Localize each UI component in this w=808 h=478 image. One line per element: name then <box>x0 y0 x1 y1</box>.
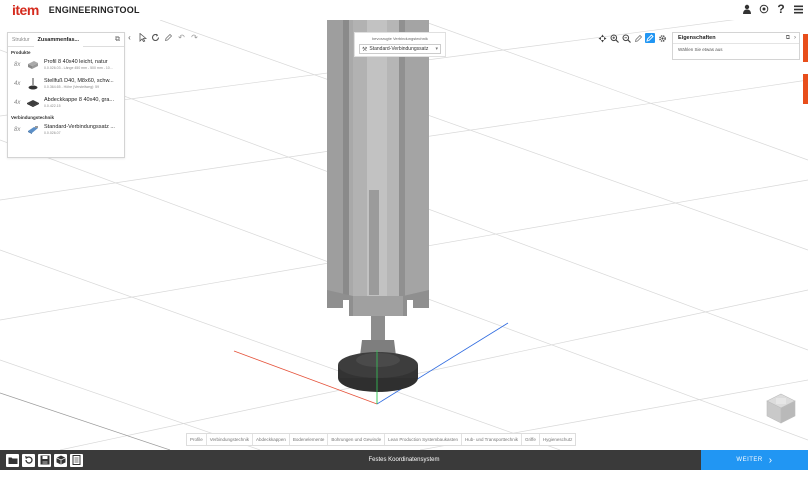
category-item[interactable]: Hygieneschutz <box>540 434 576 445</box>
view-cube[interactable] <box>763 390 799 426</box>
reset-icon[interactable] <box>22 453 35 467</box>
save-icon[interactable] <box>38 453 51 467</box>
list-item[interactable]: 4x Abdeckkappe 8 40x40, gra... 0.0.422.1… <box>8 93 124 112</box>
list-item[interactable]: 4x Stellfuß D40, M8x60, schw... 0.0.364.… <box>8 74 124 93</box>
preferred-connection-panel: bevorzugte Verbindungstechnik ⚒ Standard… <box>354 32 446 57</box>
connector-icon: ⚒ <box>362 46 368 53</box>
tools-toolbar <box>597 33 667 43</box>
preferred-connection-label: bevorzugte Verbindungstechnik <box>372 36 428 41</box>
category-item[interactable]: Abdeckkappen <box>253 434 290 445</box>
user-icon[interactable] <box>741 3 753 15</box>
tab-zusammenfassung[interactable]: Zusammenfas... <box>33 32 84 47</box>
next-button[interactable]: WEITER › <box>701 450 808 470</box>
list-item[interactable]: 8x Standard-Verbindungssatz ... 0.0.026.… <box>8 120 124 139</box>
item-details: 0.0.026.03 - Länge 450 mm - 500 mm - 10.… <box>44 66 113 70</box>
foot-icon <box>26 77 40 90</box>
chevron-right-icon: › <box>768 454 773 466</box>
center-view-icon[interactable] <box>597 33 607 43</box>
category-item[interactable]: Griffe <box>522 434 540 445</box>
item-name: Standard-Verbindungssatz ... <box>44 124 115 130</box>
properties-header: Eigenschaften ⧉ › <box>673 33 799 44</box>
redo-icon[interactable]: ↷ <box>189 32 200 43</box>
next-button-label: WEITER <box>736 457 763 463</box>
category-item[interactable]: Bodenelemente <box>290 434 329 445</box>
select-arrow-icon[interactable] <box>137 32 148 43</box>
properties-title: Eigenschaften <box>678 35 716 41</box>
edit-icon[interactable] <box>163 32 174 43</box>
list-item[interactable]: 8x Profil 8 40x40 leicht, natur 0.0.026.… <box>8 55 124 74</box>
pen-icon[interactable] <box>645 33 655 43</box>
cap-icon <box>26 97 40 109</box>
settings-icon[interactable] <box>657 33 667 43</box>
panel-tabs: Struktur Zusammenfas... ⧉ <box>8 32 124 47</box>
item-logo[interactable]: item <box>12 2 39 18</box>
cube-export-icon[interactable] <box>54 453 67 467</box>
header-actions: ? <box>741 2 804 16</box>
selected-value: Standard-Verbindungssatz <box>369 46 429 52</box>
collapse-right-icon[interactable]: › <box>794 35 796 42</box>
item-details: 0.0.422.15 <box>44 104 61 108</box>
collapse-left-icon[interactable]: ‹ <box>124 32 135 43</box>
popout-icon[interactable]: ⧉ <box>786 35 790 42</box>
share-icon[interactable] <box>758 3 770 15</box>
summary-panel: Struktur Zusammenfas... ⧉ Produkte 8x Pr… <box>7 32 125 158</box>
aluminium-profile[interactable] <box>327 20 429 316</box>
item-count: 4x <box>14 80 21 87</box>
category-item[interactable]: Verbindungstechnik <box>207 434 254 445</box>
preferred-connection-select[interactable]: ⚒ Standard-Verbindungssatz ▾ <box>359 44 441 54</box>
side-tab-bottom[interactable] <box>803 74 808 104</box>
category-bar: Profile Verbindungstechnik Abdeckkappen … <box>186 433 577 446</box>
properties-actions: ⧉ › <box>786 35 796 42</box>
properties-hint: Wählen Sie etwas aus <box>678 47 723 52</box>
item-count: 4x <box>14 99 21 106</box>
folder-icon[interactable] <box>6 453 19 467</box>
coordinate-system-status: Festes Koordinatensystem <box>368 457 440 463</box>
category-item[interactable]: Lean Production Systembaukasten <box>385 434 462 445</box>
rotate-icon[interactable] <box>150 32 161 43</box>
item-details: 0.0.026.07 <box>44 131 61 135</box>
app-title: ENGINEERINGTOOL <box>48 5 140 15</box>
connector-icon <box>26 124 40 136</box>
item-name: Stellfuß D40, M8x60, schw... <box>44 78 114 84</box>
engineering-tool-app: { "header": { "logo": "item", "title": "… <box>0 0 808 478</box>
profile-icon <box>26 59 40 71</box>
navigation-cube-icon <box>766 393 796 424</box>
category-item[interactable]: Bohrungen und Gewinde <box>328 434 386 445</box>
undo-icon[interactable]: ↶ <box>176 32 187 43</box>
item-name: Profil 8 40x40 leicht, natur <box>44 59 108 65</box>
category-item[interactable]: Hub- und Transporttechnik <box>462 434 522 445</box>
menu-icon[interactable] <box>792 3 804 15</box>
view-toolbar: ‹ ↶ ↷ <box>124 32 200 43</box>
bottom-margin <box>0 470 808 478</box>
properties-panel: Eigenschaften ⧉ › Wählen Sie etwas aus <box>672 32 800 60</box>
help-icon[interactable]: ? <box>775 2 787 16</box>
footer-bar: Festes Koordinatensystem WEITER › <box>0 450 808 470</box>
popout-icon[interactable]: ⧉ <box>115 36 120 44</box>
item-count: 8x <box>14 61 21 68</box>
app-header: item ENGINEERINGTOOL ? <box>0 0 808 20</box>
tab-struktur[interactable]: Struktur <box>8 33 34 47</box>
zoom-out-icon[interactable] <box>621 33 631 43</box>
measure-icon[interactable] <box>633 33 643 43</box>
document-icon[interactable] <box>70 453 83 467</box>
item-details: 0.0.364.65 - Höhe (Verstellweg): 59 <box>44 85 100 89</box>
side-tab-top[interactable] <box>803 34 808 62</box>
category-item[interactable]: Profile <box>187 434 207 445</box>
item-count: 8x <box>14 126 21 133</box>
item-name: Abdeckkappe 8 40x40, gra... <box>44 97 115 103</box>
zoom-in-icon[interactable] <box>609 33 619 43</box>
chevron-down-icon: ▾ <box>435 46 438 52</box>
